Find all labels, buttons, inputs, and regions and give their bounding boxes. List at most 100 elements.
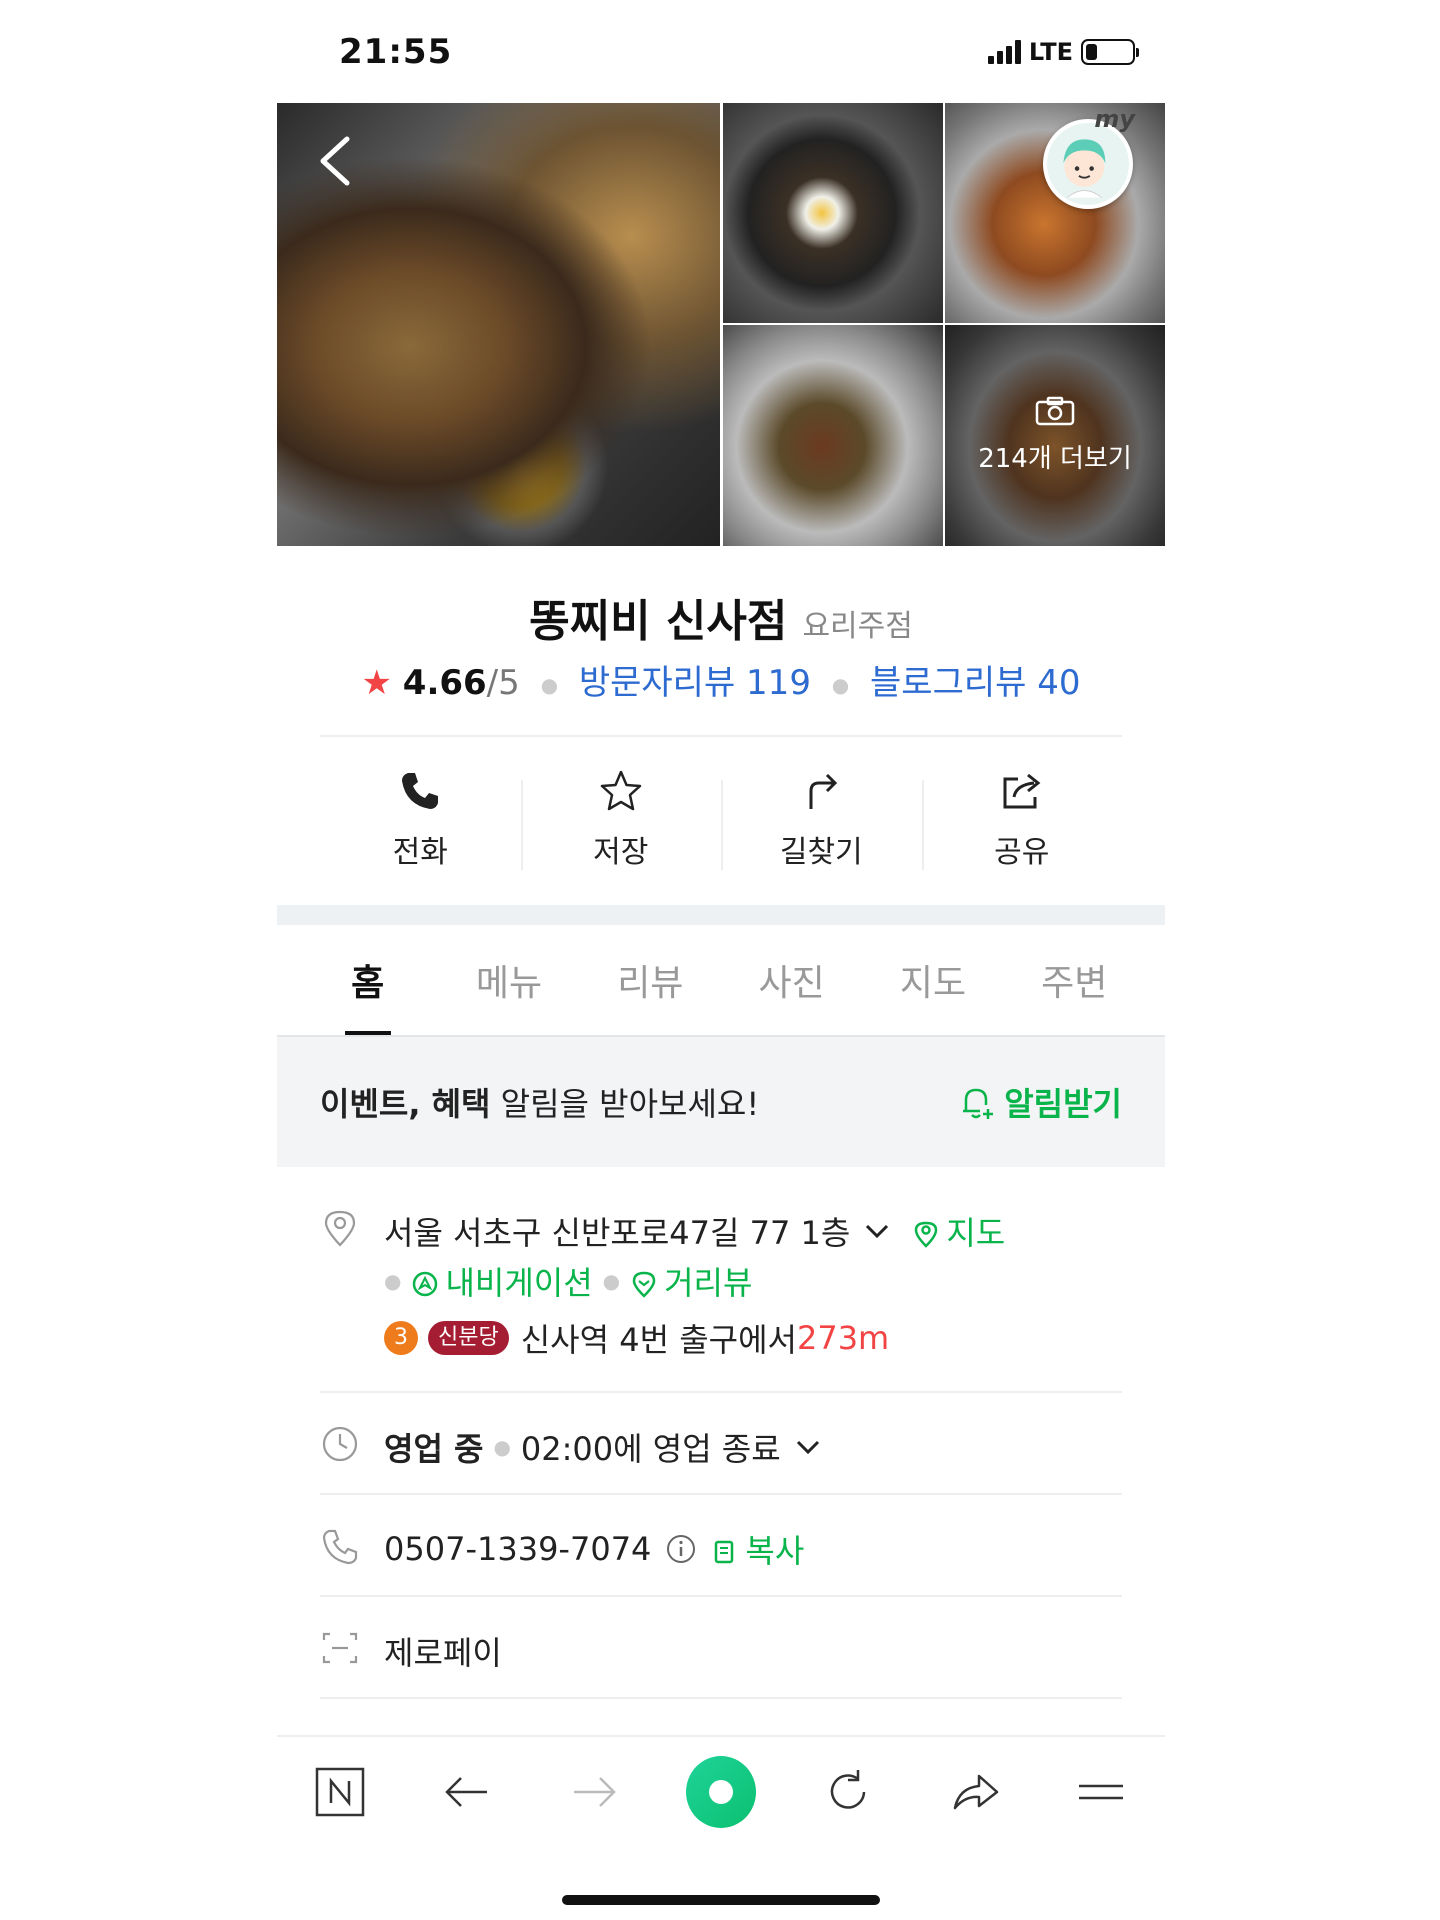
phone-icon bbox=[402, 773, 439, 809]
arrow-right-icon bbox=[574, 1777, 616, 1807]
separator-dot: ● bbox=[831, 672, 850, 697]
refresh-button[interactable] bbox=[813, 1757, 883, 1827]
separator-dot: ● bbox=[602, 1269, 621, 1293]
hours-row[interactable]: 영업 중 ● 02:00에 영업 종료 bbox=[384, 1424, 823, 1470]
copy-phone-label: 복사 bbox=[745, 1532, 805, 1570]
tab-home[interactable]: 홈 bbox=[297, 925, 438, 1035]
my-badge-text: my bbox=[1094, 105, 1135, 133]
subway-exit-text: 신사역 4번 출구에서 bbox=[520, 1321, 797, 1359]
naver-n-icon bbox=[316, 1767, 365, 1817]
notice-text: 이벤트, 혜택 알림을 받아보세요! bbox=[320, 1079, 759, 1125]
phone-row: 0507-1339-7074 복사 bbox=[384, 1526, 804, 1572]
arrow-left-icon bbox=[445, 1777, 488, 1807]
save-button[interactable]: 저장 bbox=[520, 760, 722, 880]
place-category: 요리주점 bbox=[802, 609, 913, 644]
address-row: 서울 서초구 신반포로47길 77 1층 지도 bbox=[384, 1208, 1005, 1254]
navigation-link-label: 내비게이션 bbox=[445, 1264, 593, 1302]
hamburger-menu-icon bbox=[1079, 1784, 1124, 1800]
payment-text: 제로페이 bbox=[384, 1634, 502, 1672]
blog-reviews-link[interactable]: 블로그리뷰 40 bbox=[870, 663, 1080, 703]
place-name: 똥찌비 신사점 bbox=[529, 596, 788, 647]
avatar-icon bbox=[1063, 139, 1106, 199]
battery-icon bbox=[1081, 39, 1139, 65]
screen: 21:55 LTE 214개 더보기 my 똥찌비 신사점 요리주점 ★ 4.6… bbox=[0, 0, 1440, 1920]
divider bbox=[320, 1493, 1122, 1495]
divider bbox=[320, 1391, 1122, 1393]
copy-icon bbox=[715, 1540, 734, 1564]
browser-back-button[interactable] bbox=[432, 1757, 502, 1827]
navigation-icon bbox=[413, 1271, 438, 1297]
subscribe-alert-button[interactable]: 알림받기 bbox=[958, 1079, 1122, 1125]
share-icon bbox=[1003, 773, 1041, 809]
tab-photos[interactable]: 사진 bbox=[721, 925, 862, 1035]
rating-max: /5 bbox=[486, 663, 520, 703]
payment-row: 제로페이 bbox=[384, 1628, 502, 1674]
rating-row: ★ 4.66/5 ● 방문자리뷰 119 ● 블로그리뷰 40 bbox=[277, 655, 1165, 704]
more-photos-label: 214개 더보기 bbox=[978, 444, 1132, 474]
closing-time: 02:00에 영업 종료 bbox=[520, 1430, 781, 1468]
network-label: LTE bbox=[1028, 38, 1073, 66]
photo-thumb-1[interactable] bbox=[723, 103, 943, 323]
address-text[interactable]: 서울 서초구 신반포로47길 77 1층 bbox=[384, 1208, 850, 1254]
signal-icon bbox=[987, 40, 1021, 64]
subscribe-alert-label: 알림받기 bbox=[1004, 1085, 1122, 1123]
home-indicator bbox=[562, 1895, 880, 1905]
call-button[interactable]: 전화 bbox=[320, 760, 521, 880]
action-label: 길찾기 bbox=[779, 835, 863, 870]
directions-icon bbox=[809, 773, 838, 809]
tab-menu[interactable]: 메뉴 bbox=[438, 925, 579, 1035]
chevron-down-icon[interactable] bbox=[862, 1216, 892, 1246]
separator-dot: ● bbox=[384, 1269, 402, 1293]
divider bbox=[320, 1595, 1122, 1597]
info-icon[interactable] bbox=[665, 1533, 697, 1565]
camera-icon bbox=[1035, 396, 1075, 426]
subway-row: 3 신분당 신사역 4번 출구에서 273m bbox=[384, 1315, 889, 1361]
status-indicators: LTE bbox=[987, 38, 1139, 66]
visitor-reviews-link[interactable]: 방문자리뷰 119 bbox=[579, 663, 811, 703]
copy-phone-button[interactable]: 복사 bbox=[711, 1526, 804, 1572]
green-dot-button[interactable] bbox=[685, 1756, 756, 1828]
directions-button[interactable]: 길찾기 bbox=[721, 760, 922, 880]
map-link[interactable]: 지도 bbox=[912, 1208, 1005, 1254]
notice-bold: 이벤트, 혜택 bbox=[320, 1085, 491, 1123]
separator-dot: ● bbox=[540, 672, 559, 697]
browser-forward-button[interactable] bbox=[559, 1757, 629, 1827]
back-icon[interactable] bbox=[315, 133, 355, 189]
phone-number[interactable]: 0507-1339-7074 bbox=[384, 1530, 651, 1568]
tab-map[interactable]: 지도 bbox=[862, 925, 1003, 1035]
rating-score: 4.66 bbox=[402, 663, 487, 703]
green-dot-icon bbox=[685, 1756, 756, 1828]
subway-line-badge: 3 bbox=[384, 1321, 418, 1355]
navigation-link[interactable]: 내비게이션 bbox=[411, 1258, 593, 1304]
my-profile-button[interactable]: my bbox=[1043, 105, 1135, 209]
forward-share-icon bbox=[953, 1774, 998, 1810]
map-pin-icon bbox=[915, 1221, 938, 1248]
naver-home-button[interactable] bbox=[305, 1757, 375, 1827]
notice-body: 알림을 받아보세요! bbox=[490, 1085, 760, 1123]
notification-banner: 이벤트, 혜택 알림을 받아보세요! 알림받기 bbox=[277, 1037, 1165, 1167]
share-button[interactable]: 공유 bbox=[921, 760, 1123, 880]
photo-gallery: 214개 더보기 my bbox=[277, 103, 1165, 546]
streetview-link[interactable]: 거리뷰 bbox=[630, 1258, 752, 1304]
refresh-icon bbox=[830, 1770, 866, 1809]
phone-icon bbox=[322, 1529, 358, 1565]
photo-thumb-3[interactable] bbox=[723, 325, 943, 546]
map-link-label: 지도 bbox=[946, 1214, 1006, 1252]
tab-nearby[interactable]: 주변 bbox=[1004, 925, 1145, 1035]
chevron-down-icon[interactable] bbox=[793, 1432, 823, 1462]
action-label: 저장 bbox=[593, 835, 649, 870]
clock-icon bbox=[322, 1426, 358, 1462]
bell-plus-icon bbox=[963, 1088, 994, 1119]
subway-distance: 273m bbox=[796, 1319, 890, 1357]
star-outline-icon bbox=[600, 770, 641, 811]
place-title: 똥찌비 신사점 요리주점 bbox=[277, 585, 1165, 649]
page-content: 21:55 LTE 214개 더보기 my 똥찌비 신사점 요리주점 ★ 4.6… bbox=[277, 0, 1165, 1920]
share-page-button[interactable] bbox=[940, 1757, 1010, 1827]
separator-dot: ● bbox=[493, 1435, 511, 1459]
tab-reviews[interactable]: 리뷰 bbox=[580, 925, 721, 1035]
tab-bar: 홈 메뉴 리뷰 사진 지도 주변 bbox=[297, 925, 1145, 1035]
location-pin-icon bbox=[324, 1210, 356, 1247]
menu-button[interactable] bbox=[1066, 1757, 1136, 1827]
more-photos-button[interactable]: 214개 더보기 bbox=[945, 325, 1165, 546]
streetview-icon bbox=[632, 1271, 656, 1298]
